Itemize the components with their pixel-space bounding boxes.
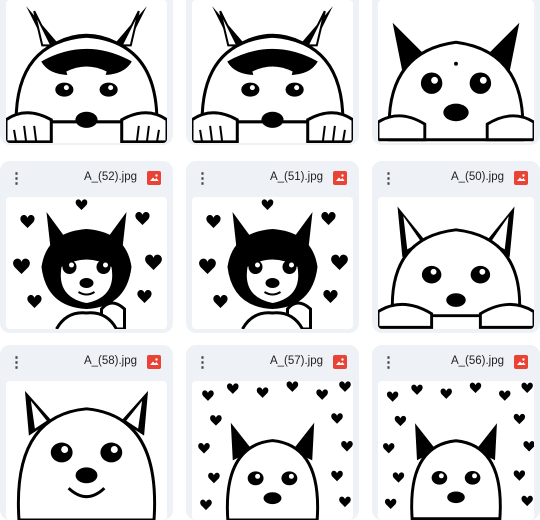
image-thumbnail [6,0,167,143]
image-file-icon [514,355,528,369]
file-name[interactable]: A_(50).jpg [451,171,504,183]
file-card[interactable] [372,0,540,145]
shiba-puppy-illustration [13,199,162,329]
image-thumbnail [192,197,353,329]
file-name[interactable]: A_(58).jpg [84,355,137,367]
husky-dog-illustration [6,6,167,143]
puppy-hearts-illustration [198,381,353,520]
file-card[interactable]: ⋮ A_(56).jpg [372,345,540,520]
smiling-puppy-illustration [16,390,157,520]
puppy-hearts-illustration [383,382,534,520]
file-card[interactable]: ⋮ A_(52).jpg [0,161,173,333]
more-vert-icon[interactable]: ⋮ [9,354,24,372]
shiba-puppy-illustration [199,199,348,329]
more-vert-icon[interactable]: ⋮ [195,354,210,372]
image-thumbnail [6,197,167,329]
image-thumbnail [6,381,167,520]
more-vert-icon[interactable]: ⋮ [381,354,396,372]
file-card[interactable] [0,0,173,145]
fluffy-puppy-illustration [378,22,534,142]
file-card[interactable]: ⋮ A_(58).jpg [0,345,173,520]
file-card[interactable]: ⋮ A_(51).jpg [186,161,359,333]
file-card[interactable] [186,0,359,145]
file-name[interactable]: A_(52).jpg [84,171,137,183]
card-header: ⋮ A_(52).jpg [0,161,173,195]
image-thumbnail [378,0,534,143]
image-thumbnail [378,197,534,329]
image-file-icon [514,171,528,185]
card-header: ⋮ A_(57).jpg [186,345,359,379]
husky-dog-illustration [192,6,353,143]
more-vert-icon[interactable]: ⋮ [9,170,24,188]
image-file-icon [147,171,161,185]
more-vert-icon[interactable]: ⋮ [381,170,396,188]
card-header: ⋮ A_(58).jpg [0,345,173,379]
image-thumbnail [192,381,353,520]
fluffy-puppy-illustration [378,206,534,329]
image-thumbnail [378,381,534,520]
file-name[interactable]: A_(57).jpg [270,355,323,367]
image-file-icon [333,355,347,369]
image-file-icon [147,355,161,369]
more-vert-icon[interactable]: ⋮ [195,170,210,188]
card-header: ⋮ A_(50).jpg [372,161,540,195]
file-card[interactable]: ⋮ A_(50).jpg [372,161,540,333]
file-card[interactable]: ⋮ A_(57).jpg [186,345,359,520]
image-file-icon [333,171,347,185]
image-thumbnail [192,0,353,143]
card-header: ⋮ A_(51).jpg [186,161,359,195]
card-header: ⋮ A_(56).jpg [372,345,540,379]
file-name[interactable]: A_(51).jpg [270,171,323,183]
file-name[interactable]: A_(56).jpg [451,355,504,367]
